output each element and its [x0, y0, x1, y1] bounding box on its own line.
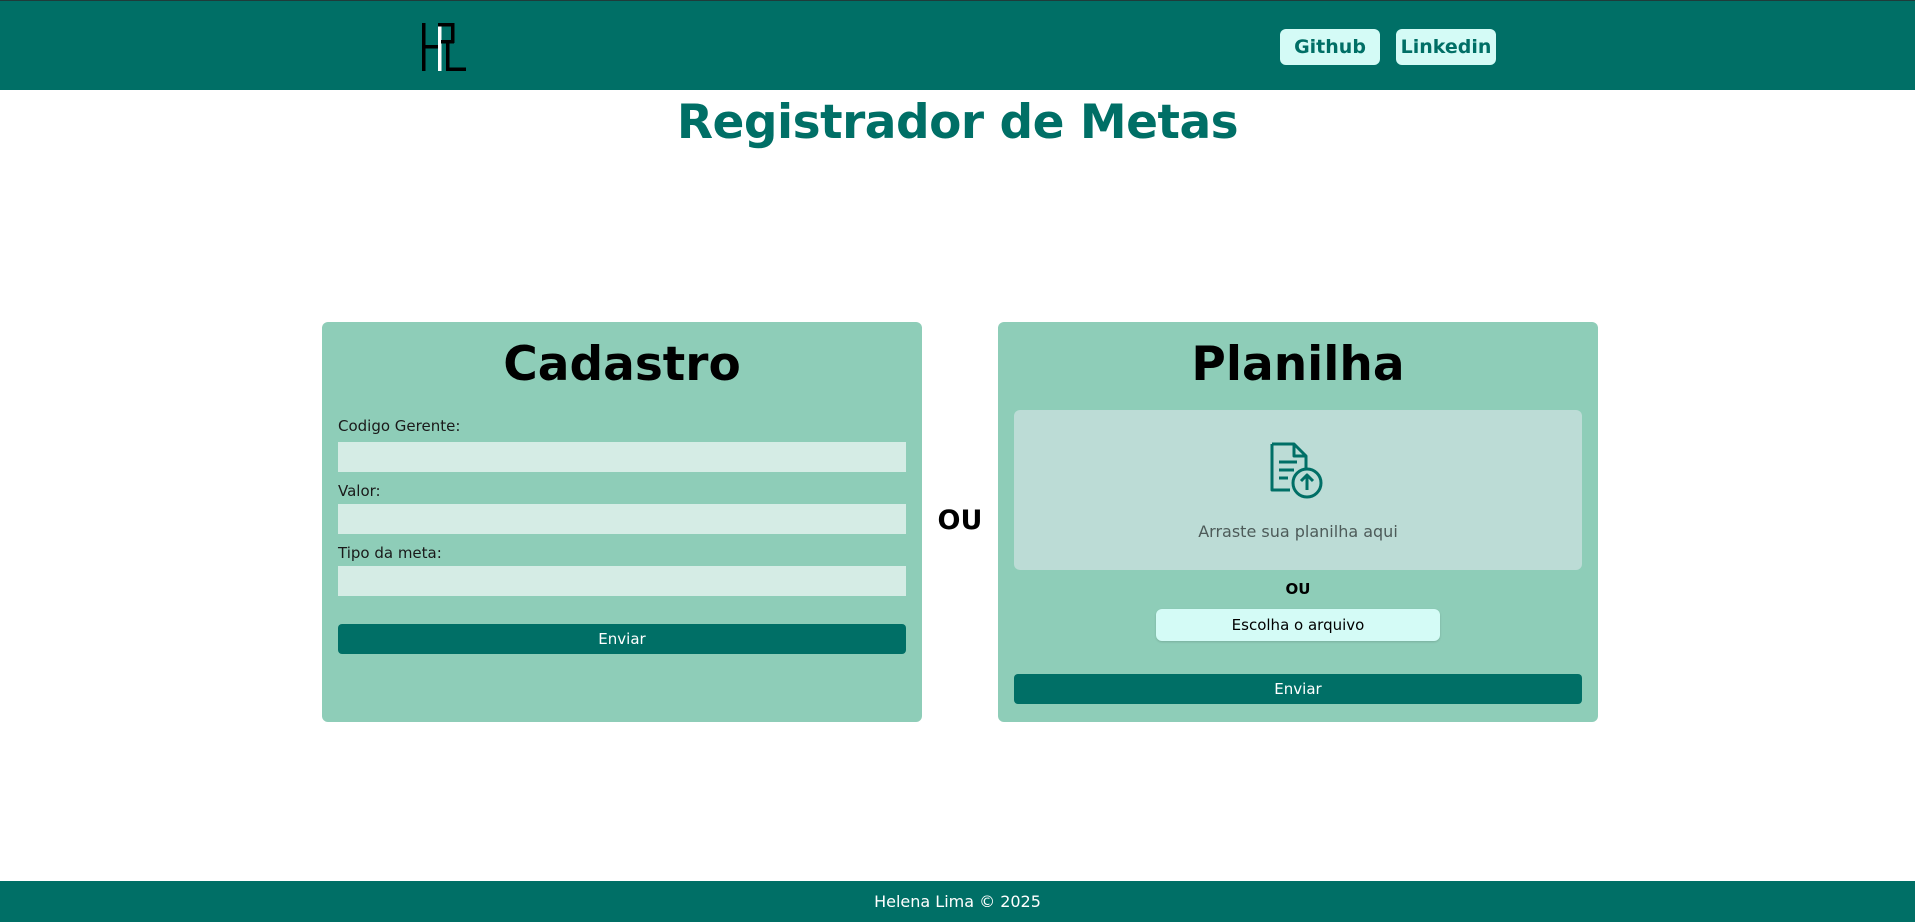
tipo-meta-input[interactable]	[338, 566, 906, 596]
logo-icon[interactable]	[418, 21, 472, 73]
cadastro-submit-button[interactable]: Enviar	[338, 624, 906, 654]
footer: Helena Lima © 2025	[0, 881, 1915, 922]
file-upload-icon	[1270, 442, 1323, 499]
valor-label: Valor:	[338, 482, 381, 500]
linkedin-link[interactable]: Linkedin	[1396, 29, 1496, 65]
top-navbar: Github Linkedin	[0, 0, 1915, 90]
planilha-submit-button[interactable]: Enviar	[1014, 674, 1582, 704]
footer-text: Helena Lima © 2025	[874, 892, 1041, 911]
or-separator-small: OU	[1285, 580, 1311, 598]
or-separator: OU	[937, 505, 983, 536]
dropzone-text: Arraste sua planilha aqui	[1198, 522, 1398, 541]
github-link[interactable]: Github	[1280, 29, 1380, 65]
valor-input[interactable]	[338, 504, 906, 534]
choose-file-button[interactable]: Escolha o arquivo	[1156, 609, 1440, 641]
codigo-gerente-label: Codigo Gerente:	[338, 417, 461, 435]
cadastro-card: Cadastro Codigo Gerente: Valor: Tipo da …	[322, 322, 922, 722]
page-title: Registrador de Metas	[676, 95, 1239, 150]
cadastro-title: Cadastro	[503, 337, 741, 392]
planilha-title: Planilha	[1191, 337, 1405, 392]
file-dropzone[interactable]: Arraste sua planilha aqui	[1014, 410, 1582, 570]
tipo-meta-label: Tipo da meta:	[338, 544, 442, 562]
planilha-card: Planilha Arraste sua planilha aqui OU Es…	[998, 322, 1598, 722]
codigo-gerente-input[interactable]	[338, 442, 906, 472]
